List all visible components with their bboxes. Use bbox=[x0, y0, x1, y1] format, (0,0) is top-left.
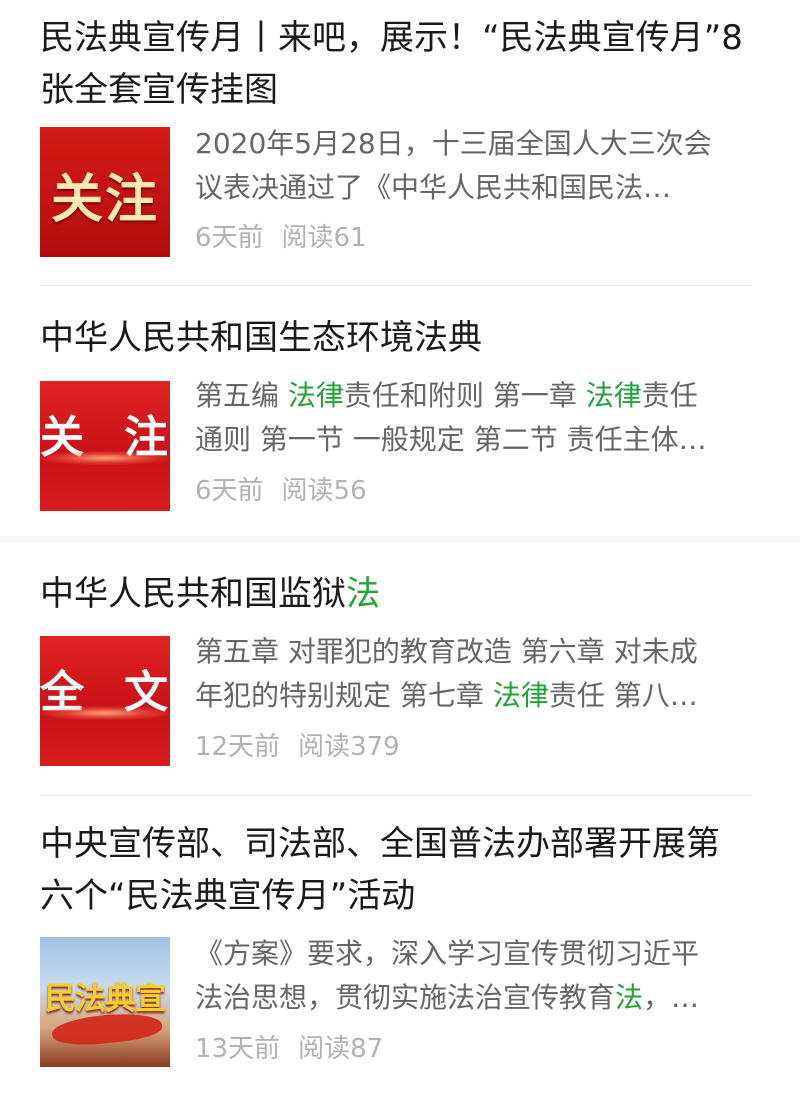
summary-line: 年犯的特别规定 第七章 法律责任 第八… bbox=[195, 674, 755, 718]
summary-text: 年犯的特别规定 第七章 bbox=[195, 679, 493, 712]
summary-line: 法治思想，贯彻实施法治宣传教育法，… bbox=[195, 976, 755, 1020]
summary-text: 责任和附则 第一章 bbox=[343, 379, 586, 412]
keyword-highlight: 法律 bbox=[492, 679, 549, 712]
summary-text: 第五编 bbox=[195, 379, 288, 412]
publish-time: 6天前 bbox=[195, 223, 264, 253]
thumbnail-caption: 关注 bbox=[50, 170, 159, 230]
thumbnail-caption-right: 文 bbox=[124, 667, 168, 718]
article-summary: 《方案》要求，深入学习宣传贯彻习近平 法治思想，贯彻实施法治宣传教育法，… bbox=[195, 932, 755, 1020]
article-title[interactable]: 中央宣传部、司法部、全国普法办部署开展第六个“民法典宣传月”活动 bbox=[40, 818, 752, 922]
summary-line: 《方案》要求，深入学习宣传贯彻习近平 bbox=[195, 932, 755, 976]
article-item-1[interactable]: 民法典宣传月丨来吧，展示！“民法典宣传月”8张全套宣传挂图 关注 2020年5月… bbox=[40, 0, 752, 285]
article-title[interactable]: 中华人民共和国监狱法 bbox=[40, 568, 752, 620]
publish-time: 13天前 bbox=[195, 1034, 281, 1064]
article-summary: 第五章 对罪犯的教育改造 第六章 对未成 年犯的特别规定 第七章 法律责任 第八… bbox=[195, 630, 755, 718]
title-text: 中华人民共和国监狱 bbox=[40, 574, 346, 614]
article-title[interactable]: 民法典宣传月丨来吧，展示！“民法典宣传月”8张全套宣传挂图 bbox=[40, 12, 752, 116]
read-count: 阅读56 bbox=[281, 476, 367, 506]
article-item-3[interactable]: 中华人民共和国监狱法 全 文 第五章 对罪犯的教育改造 第六章 对未成 年犯的特别… bbox=[40, 542, 752, 795]
summary-text: 议表决通过了《中华人民共和国民法… bbox=[195, 171, 672, 204]
read-count: 阅读87 bbox=[298, 1034, 384, 1064]
summary-text: 法治思想，贯彻实施法治宣传教育 bbox=[195, 981, 616, 1014]
card-bottom: 中华人民共和国监狱法 全 文 第五章 对罪犯的教育改造 第六章 对未成 年犯的特别… bbox=[0, 542, 800, 1096]
summary-line: 2020年5月28日，十三届全国人大三次会 bbox=[195, 122, 755, 166]
article-thumbnail[interactable]: 民法典宣 bbox=[40, 937, 170, 1067]
summary-text: 2020年5月28日，十三届全国人大三次会 bbox=[195, 127, 712, 160]
read-count: 阅读379 bbox=[298, 732, 400, 762]
article-meta: 6天前 阅读61 bbox=[195, 221, 367, 255]
thumbnail-caption: 民法典宣 bbox=[45, 981, 166, 1017]
summary-line: 议表决通过了《中华人民共和国民法… bbox=[195, 166, 755, 210]
article-meta: 12天前 阅读379 bbox=[195, 730, 400, 764]
article-thumbnail[interactable]: 关注 bbox=[40, 127, 170, 257]
article-item-2[interactable]: 中华人民共和国生态环境法典 关 注 第五编 法律责任和附则 第一章 法律责任 通则… bbox=[40, 286, 752, 536]
card-top: 民法典宣传月丨来吧，展示！“民法典宣传月”8张全套宣传挂图 关注 2020年5月… bbox=[0, 0, 800, 536]
summary-line: 通则 第一节 一般规定 第二节 责任主体… bbox=[195, 418, 755, 462]
article-meta: 6天前 阅读56 bbox=[195, 474, 367, 508]
article-summary: 第五编 法律责任和附则 第一章 法律责任 通则 第一节 一般规定 第二节 责任主体… bbox=[195, 374, 755, 462]
summary-text: 通则 第一节 一般规定 第二节 责任主体… bbox=[195, 423, 707, 456]
summary-text: 第五章 对罪犯的教育改造 第六章 对未成 bbox=[195, 635, 698, 668]
summary-text: 《方案》要求，深入学习宣传贯彻习近平 bbox=[195, 937, 700, 970]
article-item-4[interactable]: 中央宣传部、司法部、全国普法办部署开展第六个“民法典宣传月”活动 民法典宣 《方… bbox=[40, 796, 752, 1096]
thumbnail-caption-right: 注 bbox=[124, 412, 168, 463]
keyword-highlight: 法律 bbox=[287, 379, 344, 412]
article-thumbnail[interactable]: 关 注 bbox=[40, 381, 170, 511]
keyword-highlight: 法 bbox=[615, 981, 644, 1014]
keyword-highlight: 法 bbox=[346, 574, 380, 614]
publish-time: 12天前 bbox=[195, 732, 281, 762]
summary-line: 第五编 法律责任和附则 第一章 法律责任 bbox=[195, 374, 755, 418]
summary-line: 第五章 对罪犯的教育改造 第六章 对未成 bbox=[195, 630, 755, 674]
read-count: 阅读61 bbox=[281, 223, 367, 253]
publish-time: 6天前 bbox=[195, 476, 264, 506]
summary-text: 责任 bbox=[641, 379, 698, 412]
article-summary: 2020年5月28日，十三届全国人大三次会 议表决通过了《中华人民共和国民法… bbox=[195, 122, 755, 210]
article-meta: 13天前 阅读87 bbox=[195, 1032, 383, 1066]
article-thumbnail[interactable]: 全 文 bbox=[40, 636, 170, 766]
article-title[interactable]: 中华人民共和国生态环境法典 bbox=[40, 312, 752, 364]
summary-text: 责任 第八… bbox=[548, 679, 698, 712]
keyword-highlight: 法律 bbox=[585, 379, 642, 412]
summary-text: ，… bbox=[643, 981, 700, 1014]
